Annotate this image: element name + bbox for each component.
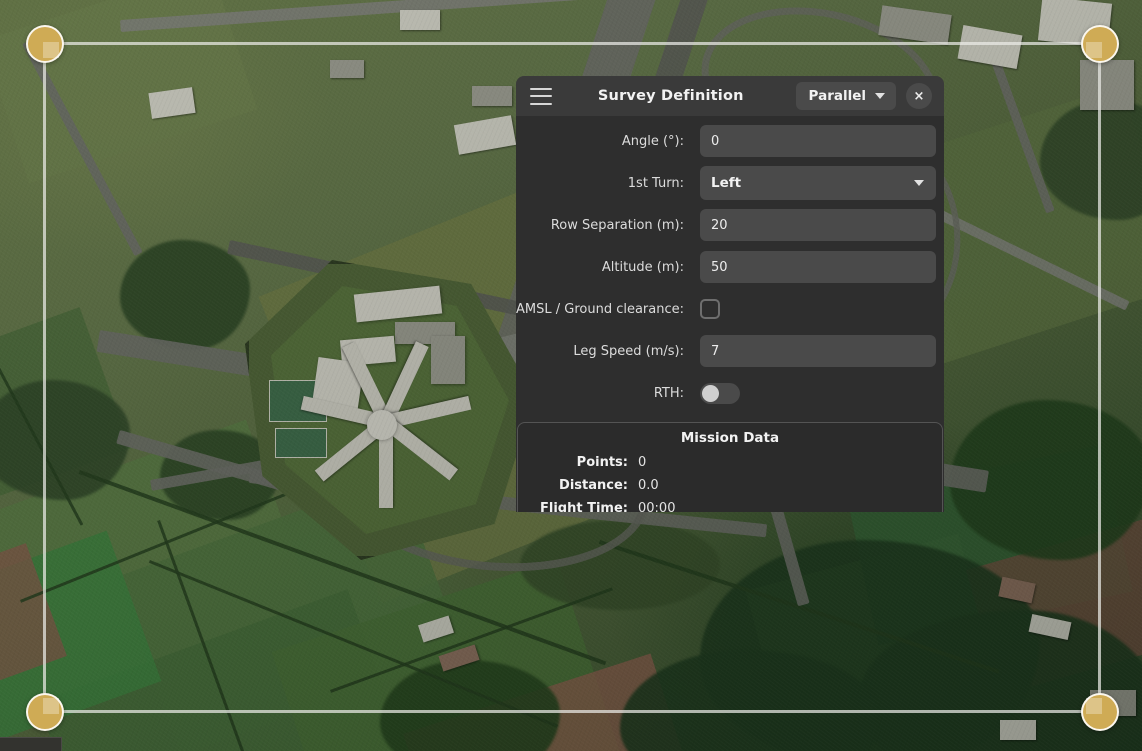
survey-mode-dropdown[interactable]: Parallel <box>795 82 896 110</box>
mission-points-label: Points: <box>576 455 628 470</box>
form-row-angle: Angle (°): <box>516 122 944 160</box>
form-row-amsl-clearance: AMSL / Ground clearance: <box>516 290 944 328</box>
form-row-leg-speed: Leg Speed (m/s): <box>516 332 944 370</box>
survey-corner-marker-bottom-left[interactable] <box>26 693 64 731</box>
mission-data-row-flight-time: Flight Time: 00:00 <box>518 497 942 512</box>
label-angle: Angle (°): <box>621 133 684 149</box>
mission-data-row-points: Points: 0 <box>518 451 942 474</box>
label-leg-speed: Leg Speed (m/s): <box>573 343 684 359</box>
altitude-input[interactable] <box>700 251 936 283</box>
row-separation-input[interactable] <box>700 209 936 241</box>
first-turn-value: Left <box>711 175 742 191</box>
panel-body: Angle (°): 1st Turn: Left Row Separation… <box>516 116 944 512</box>
survey-mode-label: Parallel <box>808 88 866 104</box>
label-row-separation: Row Separation (m): <box>550 217 684 233</box>
label-amsl-clearance: AMSL / Ground clearance: <box>516 301 684 317</box>
rth-toggle-knob <box>702 384 719 402</box>
form-row-altitude: Altitude (m): <box>516 248 944 286</box>
chevron-down-icon <box>914 180 924 186</box>
label-first-turn: 1st Turn: <box>627 175 684 191</box>
survey-corner-marker-bottom-right[interactable] <box>1081 693 1119 731</box>
close-icon[interactable]: × <box>906 83 932 109</box>
mission-distance-label: Distance: <box>559 478 628 493</box>
form-row-rth: RTH: <box>516 374 944 412</box>
mission-data-row-distance: Distance: 0.0 <box>518 474 942 497</box>
amsl-ground-clearance-checkbox[interactable] <box>700 299 720 319</box>
label-altitude: Altitude (m): <box>601 259 684 275</box>
form-row-row-separation: Row Separation (m): <box>516 206 944 244</box>
mission-flight-time-value: 00:00 <box>638 501 676 512</box>
label-rth: RTH: <box>653 385 684 401</box>
survey-corner-marker-top-left[interactable] <box>26 25 64 63</box>
chevron-down-icon <box>875 93 885 99</box>
mission-flight-time-label: Flight Time: <box>540 501 628 512</box>
form-row-first-turn: 1st Turn: Left <box>516 164 944 202</box>
page-title: Survey Definition <box>597 88 744 104</box>
mission-distance-value: 0.0 <box>638 478 659 493</box>
rth-toggle[interactable] <box>700 382 740 404</box>
mission-data-title: Mission Data <box>680 430 780 446</box>
angle-input[interactable] <box>700 125 936 157</box>
leg-speed-input[interactable] <box>700 335 936 367</box>
first-turn-dropdown[interactable]: Left <box>700 166 936 200</box>
survey-corner-marker-top-right[interactable] <box>1081 25 1119 63</box>
mission-points-value: 0 <box>638 455 647 470</box>
survey-definition-panel: Survey Definition Parallel × Angle (°): … <box>516 76 944 512</box>
map-scale-bar <box>0 737 62 751</box>
mission-data-group: Mission Data Points: 0 Distance: 0.0 Fli… <box>517 422 943 512</box>
panel-title-bar: Survey Definition Parallel × <box>516 76 944 116</box>
